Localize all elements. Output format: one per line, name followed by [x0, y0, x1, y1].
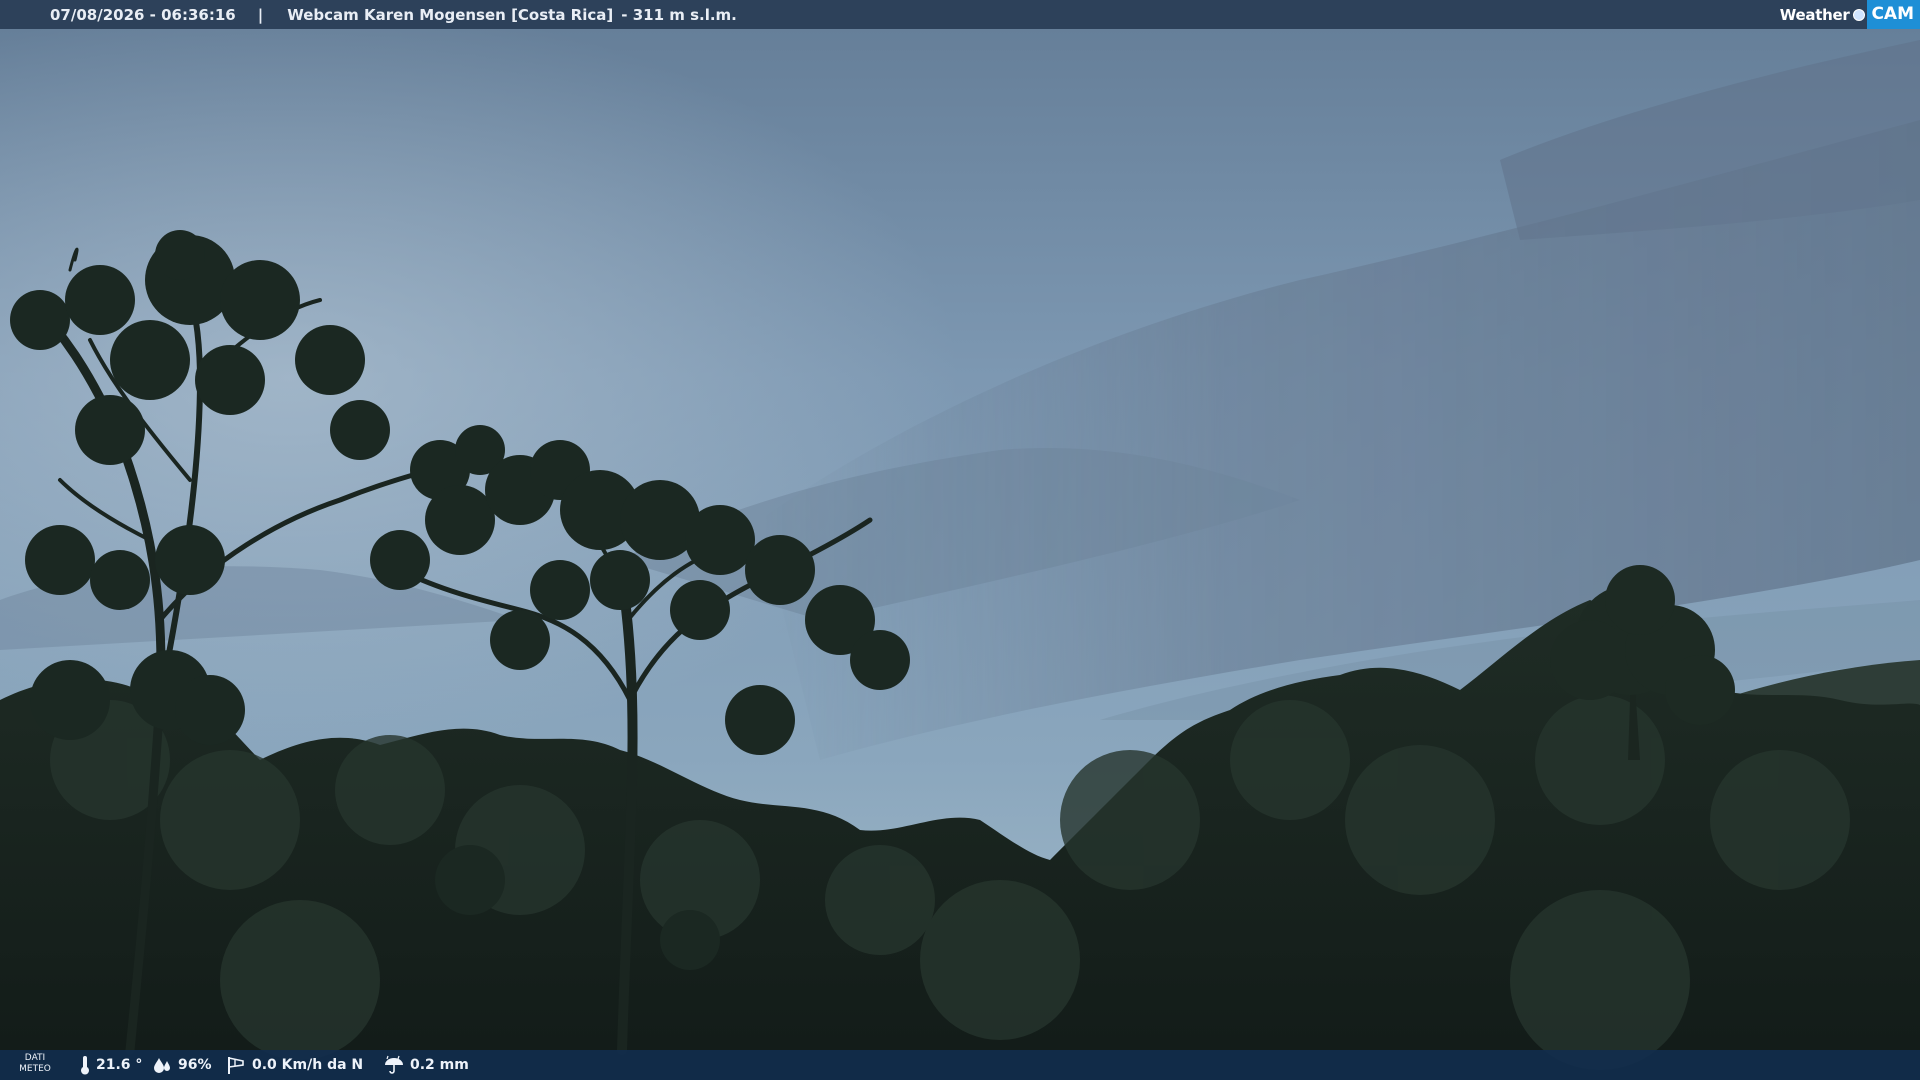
weathercam-logo[interactable]: Weather CAM: [1780, 0, 1920, 29]
humidity-readout: 96%: [152, 1050, 212, 1080]
rain-readout: 0.2 mm: [384, 1050, 469, 1080]
header-bar: 07/08/2026 - 06:36:16 | Webcam Karen Mog…: [0, 0, 1920, 29]
wind-readout: 0.0 Km/h da N: [226, 1050, 363, 1080]
brand-weather: Weather: [1779, 5, 1850, 24]
rain-umbrella-icon: [385, 1055, 403, 1074]
altitude: - 311 m s.l.m.: [621, 5, 737, 24]
wind-sock-icon: [228, 1057, 244, 1074]
webcam-scene: [0, 0, 1920, 1080]
dati-meteo-label: DATI METEO: [19, 1053, 51, 1074]
thermometer-icon: [81, 1056, 89, 1075]
weather-data-bar: DATI METEO 21.6 ° 96% 0.0 Km/h da N 0.2 …: [0, 1050, 1920, 1080]
separator: |: [257, 5, 264, 24]
camera-name: Webcam Karen Mogensen [Costa Rica]: [287, 5, 614, 24]
brand-cam: CAM: [1867, 0, 1920, 29]
brand-dot-icon: [1853, 8, 1866, 21]
temperature-readout: 21.6 °: [80, 1050, 142, 1080]
humidity-value: 96%: [178, 1057, 212, 1073]
temperature-value: 21.6 °: [96, 1057, 143, 1073]
rain-value: 0.2 mm: [410, 1057, 469, 1073]
wind-value: 0.0 Km/h da N: [252, 1057, 364, 1073]
humidity-drops-icon: [154, 1058, 170, 1073]
timestamp: 07/08/2026 - 06:36:16: [50, 5, 236, 24]
